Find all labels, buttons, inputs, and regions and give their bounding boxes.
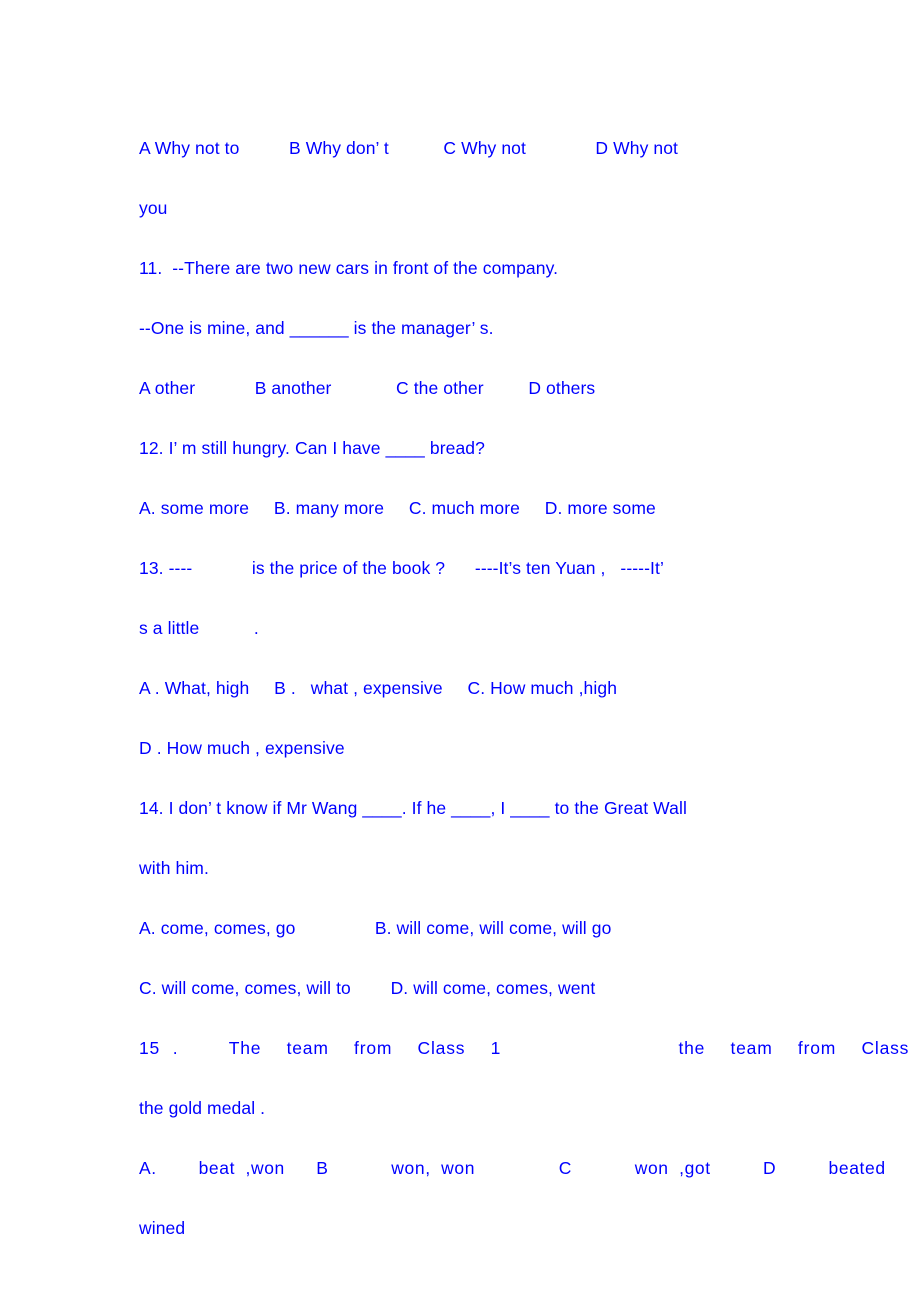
- question-11-options: A other B another C the other D others: [139, 378, 596, 398]
- question-15-options: A. beat ,won B won, won C won ,got D bea…: [139, 1158, 886, 1178]
- question-body: A Why not to B Why don’ t C Why not D Wh…: [139, 118, 910, 1258]
- question-12-stem: 12. I’ m still hungry. Can I have ____ b…: [139, 438, 485, 458]
- question-14-stem-line-2: with him.: [139, 858, 209, 878]
- question-13-stem-line-1: 13. ---- is the price of the book ? ----…: [139, 558, 664, 578]
- question-14-stem-line-1: 14. I don’ t know if Mr Wang ____. If he…: [139, 798, 687, 818]
- question-12-options: A. some more B. many more C. much more D…: [139, 498, 656, 518]
- question-13-options-line-2: D . How much , expensive: [139, 738, 345, 758]
- question-13-options-line-1: A . What, high B . what , expensive C. H…: [139, 678, 618, 698]
- question-10-options-continuation: you: [139, 198, 168, 218]
- question-14-options-c-d: C. will come, comes, will to D. will com…: [139, 978, 596, 998]
- question-15-stem-line-1: 15 . The team from Class 1 the team from…: [139, 1038, 910, 1058]
- document-page: A Why not to B Why don’ t C Why not D Wh…: [0, 0, 920, 1302]
- question-11-stem-line-2: --One is mine, and ______ is the manager…: [139, 318, 494, 338]
- question-10-options: A Why not to B Why don’ t C Why not D Wh…: [139, 138, 679, 158]
- question-15-options-continuation: wined: [139, 1218, 186, 1238]
- question-13-stem-line-2: s a little .: [139, 618, 259, 638]
- question-14-options-a-b: A. come, comes, go B. will come, will co…: [139, 918, 612, 938]
- question-15-stem-line-2: the gold medal .: [139, 1098, 266, 1118]
- question-11-stem-line-1: 11. --There are two new cars in front of…: [139, 258, 559, 278]
